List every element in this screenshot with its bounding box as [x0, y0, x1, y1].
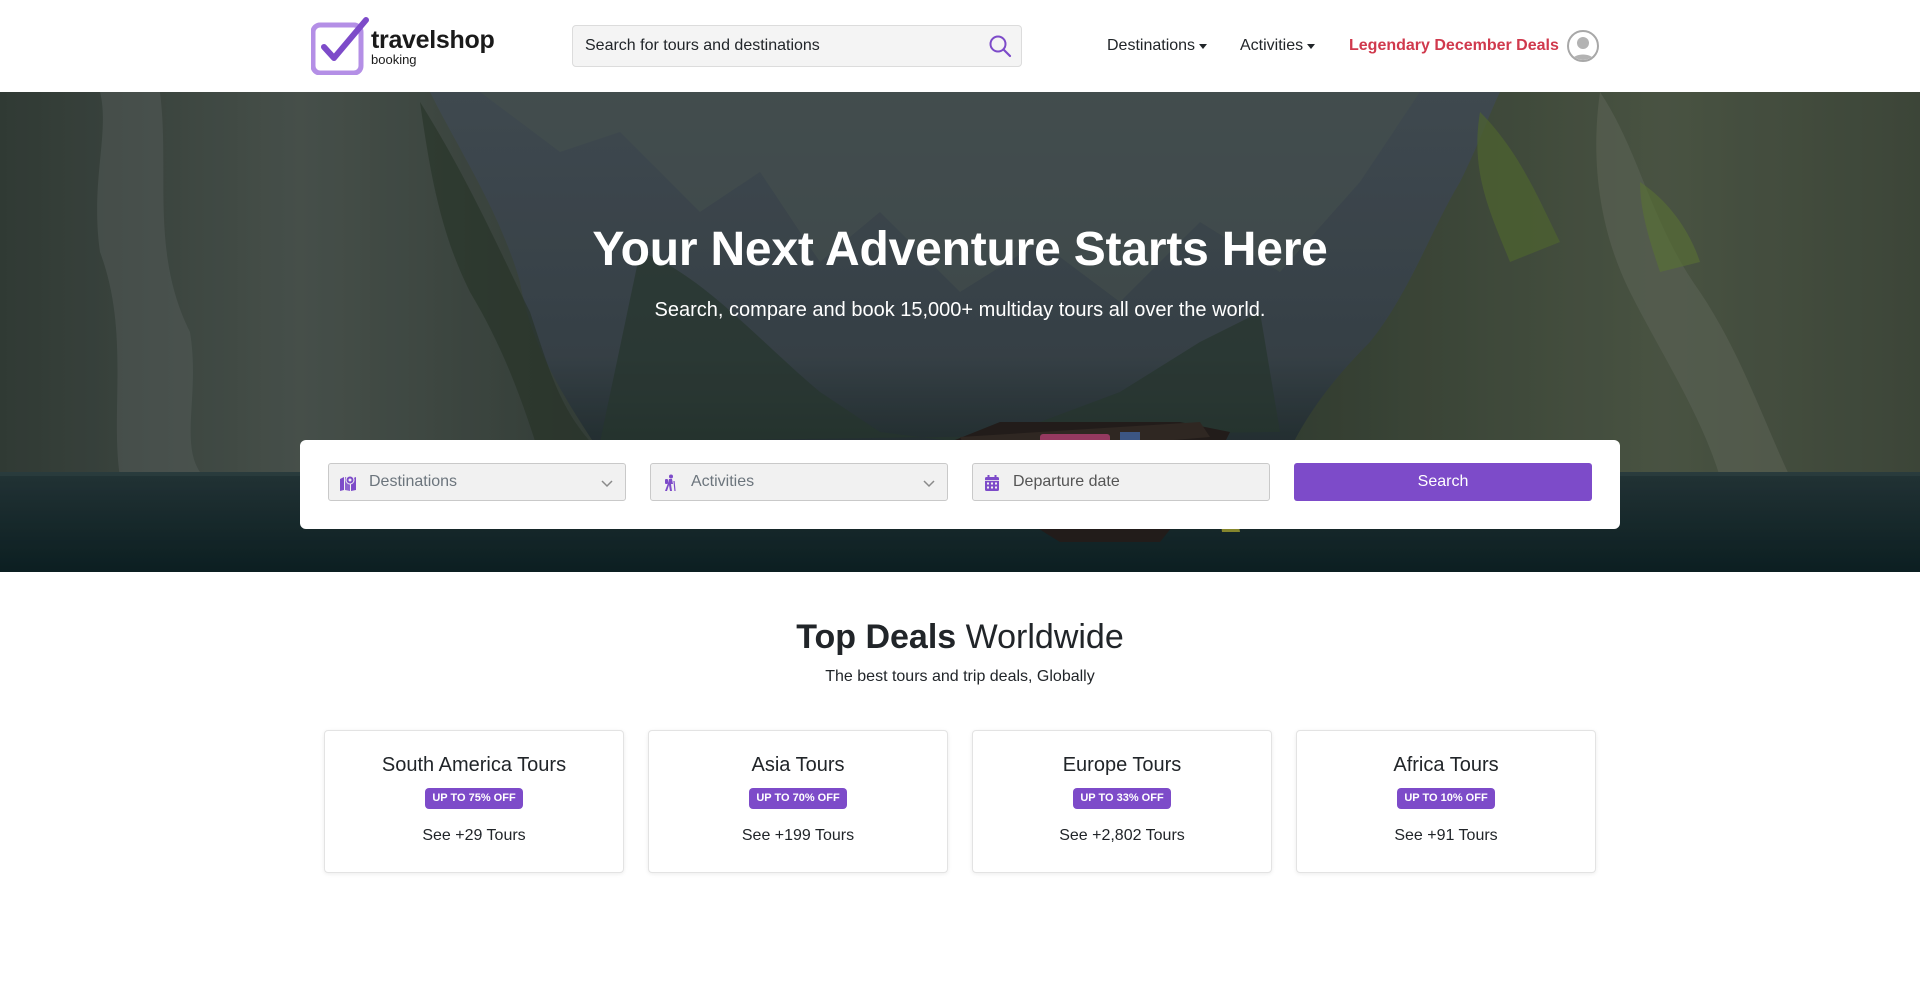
header-search-button[interactable]	[987, 33, 1013, 59]
nav-activities-dropdown[interactable]: Activities	[1240, 34, 1316, 58]
deal-card-title: Africa Tours	[1393, 754, 1499, 776]
tour-search-panel: Destinations Activities Departure date S…	[300, 440, 1620, 529]
see-tours-link[interactable]: See +199 Tours	[649, 827, 947, 845]
see-tours-link[interactable]: See +2,802 Tours	[973, 827, 1271, 845]
discount-badge: UP TO 33% OFF	[1073, 788, 1171, 809]
destinations-select-label: Destinations	[369, 473, 458, 490]
hiking-icon	[665, 474, 676, 492]
nav-activities-label: Activities	[1240, 37, 1304, 54]
deal-card-asia[interactable]: Asia Tours UP TO 70% OFF See +199 Tours	[648, 730, 948, 873]
nav-deals-link[interactable]: Legendary December Deals	[1349, 34, 1559, 58]
discount-badge: UP TO 75% OFF	[425, 788, 523, 809]
see-tours-link[interactable]: See +29 Tours	[325, 827, 623, 845]
nav-destinations-dropdown[interactable]: Destinations	[1107, 34, 1208, 58]
header-search-input[interactable]	[573, 26, 973, 66]
hero-banner: Your Next Adventure Starts Here Search, …	[0, 92, 1920, 572]
header-search	[572, 25, 1022, 67]
departure-date-placeholder: Departure date	[1013, 473, 1120, 490]
logo-wordmark: travelshop booking	[371, 26, 495, 67]
chevron-down-icon	[923, 480, 935, 488]
user-avatar[interactable]	[1567, 30, 1599, 62]
top-deals-heading: Top Deals Worldwide	[0, 618, 1920, 657]
deal-card-south-america[interactable]: South America Tours UP TO 75% OFF See +2…	[324, 730, 624, 873]
deal-card-title: Asia Tours	[751, 754, 845, 776]
discount-badge: UP TO 70% OFF	[749, 788, 847, 809]
hero-subtitle: Search, compare and book 15,000+ multida…	[654, 299, 1266, 321]
deal-card-title: South America Tours	[381, 754, 567, 776]
nav-destinations-label: Destinations	[1107, 37, 1196, 54]
departure-date-field[interactable]: Departure date	[972, 463, 1270, 501]
caret-down-icon	[1307, 43, 1316, 49]
logo-name: travelshop	[371, 26, 495, 54]
destinations-select[interactable]: Destinations	[328, 463, 626, 501]
see-tours-link[interactable]: See +91 Tours	[1297, 827, 1595, 845]
deal-card-europe[interactable]: Europe Tours UP TO 33% OFF See +2,802 To…	[972, 730, 1272, 873]
activities-select-label: Activities	[691, 473, 755, 490]
discount-badge: UP TO 10% OFF	[1397, 788, 1495, 809]
logo-checkbox-icon	[311, 17, 369, 75]
search-icon	[989, 35, 1012, 58]
activities-select[interactable]: Activities	[650, 463, 948, 501]
user-icon	[1571, 37, 1595, 60]
search-button[interactable]: Search	[1294, 463, 1592, 501]
top-deals-subtitle: The best tours and trip deals, Globally	[825, 668, 1095, 685]
deal-card-africa[interactable]: Africa Tours UP TO 10% OFF See +91 Tours	[1296, 730, 1596, 873]
site-header: travelshop booking Destinations Activiti…	[0, 0, 1920, 92]
top-deals-heading-strong: Top Deals	[796, 618, 957, 656]
chevron-down-icon	[601, 480, 613, 488]
caret-down-icon	[1199, 43, 1208, 49]
logo-subname: booking	[371, 52, 417, 67]
map-pin-icon	[340, 475, 356, 491]
deal-cards: South America Tours UP TO 75% OFF See +2…	[324, 730, 1596, 873]
travelshop-logo[interactable]: travelshop booking	[311, 17, 495, 75]
calendar-icon	[985, 475, 999, 491]
deal-card-title: Europe Tours	[1062, 754, 1182, 776]
top-deals-heading-rest: Worldwide	[956, 618, 1124, 656]
hero-title: Your Next Adventure Starts Here	[592, 223, 1328, 276]
